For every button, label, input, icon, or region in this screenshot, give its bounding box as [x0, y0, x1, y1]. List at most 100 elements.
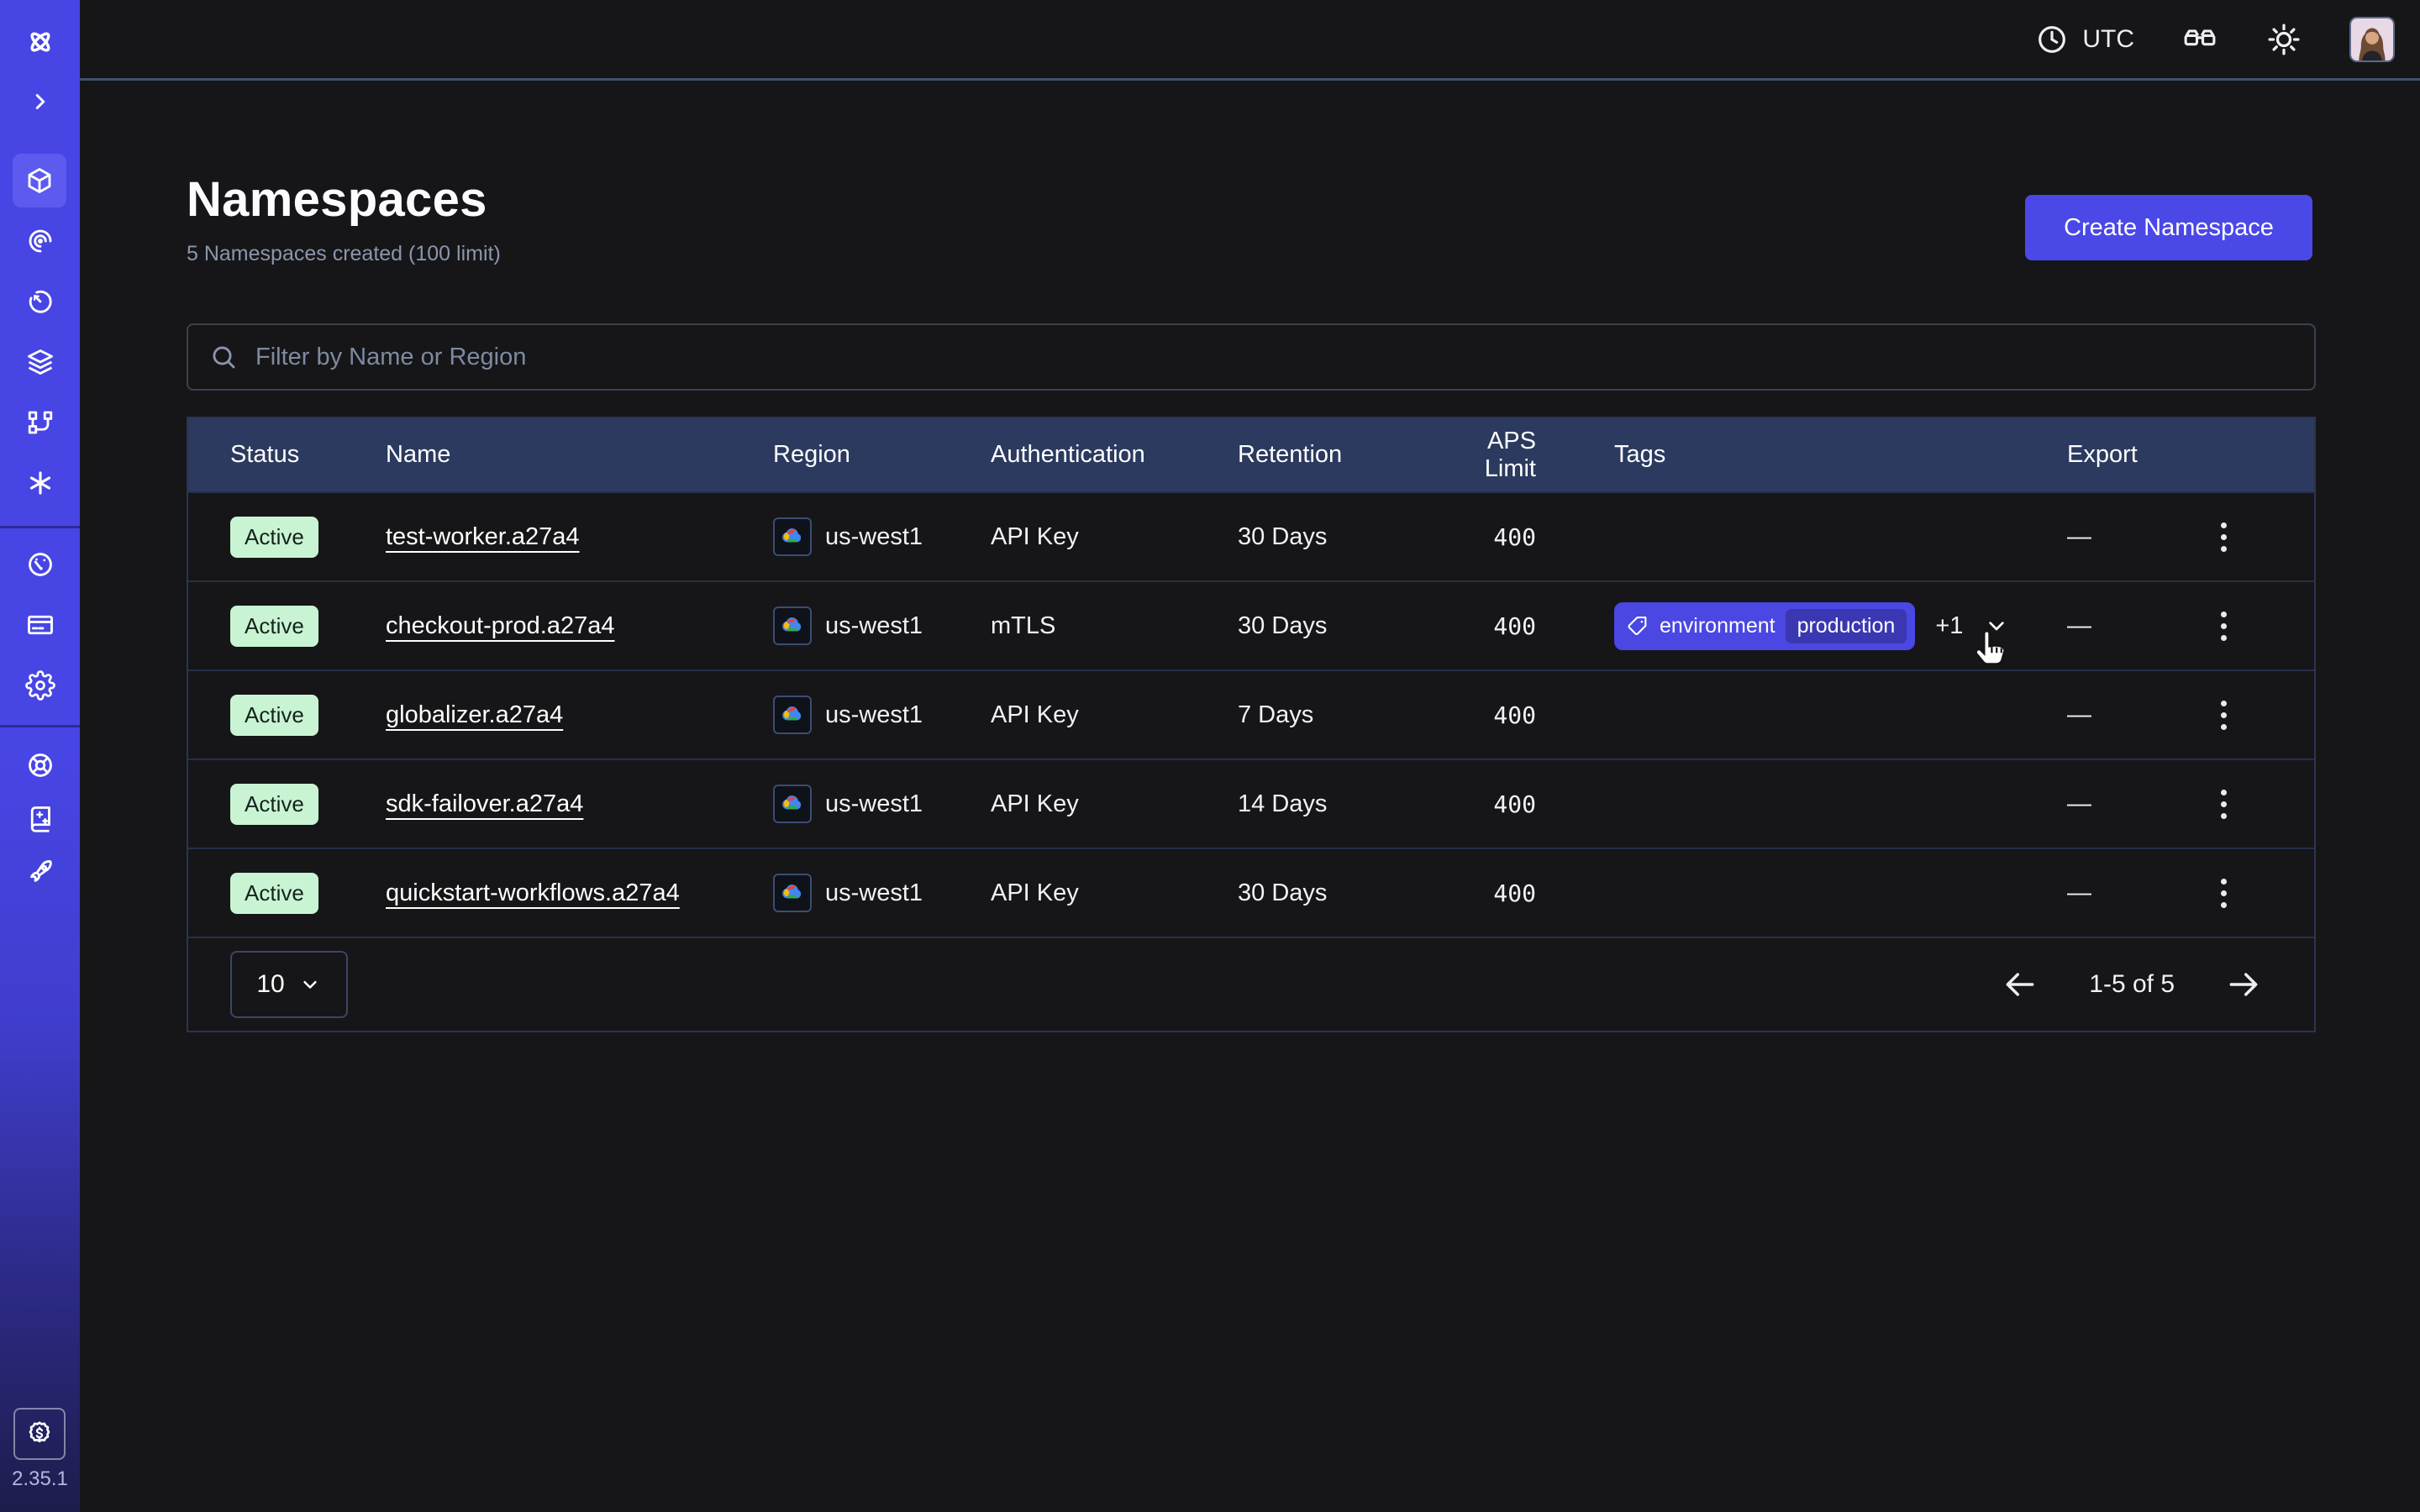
sidebar-item-asterisk-icon[interactable] [0, 456, 80, 510]
clock-icon [2035, 23, 2069, 56]
page-subtitle: 5 Namespaces created (100 limit) [187, 242, 501, 266]
row-menu-kebab-icon[interactable] [2209, 785, 2238, 824]
namespace-link[interactable]: checkout-prod.a27a4 [386, 612, 614, 639]
export-value: — [2025, 879, 2175, 907]
aps-value: 400 [1429, 790, 1536, 818]
table-row: Active globalizer.a27a4 us-west1 API Key… [188, 669, 2314, 759]
version-label: 2.35.1 [0, 1467, 80, 1491]
table-row: Active quickstart-workflows.a27a4 us-wes… [188, 848, 2314, 937]
col-retention: Retention [1238, 441, 1429, 469]
sidebar-item-docs-book-icon[interactable] [0, 792, 80, 846]
table-row: Active sdk-failover.a27a4 us-west1 API K… [188, 759, 2314, 848]
sidebar-item-billing-card-icon[interactable] [0, 598, 80, 652]
export-value: — [2025, 701, 2175, 729]
page-size-value: 10 [256, 970, 284, 999]
retention-value: 30 Days [1238, 612, 1429, 640]
table-row: Active checkout-prod.a27a4 us-west1 mTLS… [188, 580, 2314, 669]
auth-value: mTLS [991, 612, 1238, 640]
tags-cell: environment production +1 [1614, 602, 2025, 650]
row-menu-kebab-icon[interactable] [2209, 874, 2238, 913]
credits-button[interactable] [13, 1408, 66, 1460]
tag-key: environment [1660, 614, 1776, 638]
filter-input[interactable] [254, 343, 2294, 372]
auth-value: API Key [991, 879, 1238, 907]
region-label: us-west1 [825, 701, 923, 729]
table-header: Status Name Region Authentication Retent… [188, 418, 2314, 491]
chevron-down-icon [298, 973, 322, 996]
user-avatar[interactable] [2349, 17, 2395, 62]
row-menu-kebab-icon[interactable] [2209, 696, 2238, 735]
sidebar: 2.35.1 [0, 0, 80, 1512]
namespace-link[interactable]: globalizer.a27a4 [386, 701, 563, 728]
timezone-selector[interactable]: UTC [2035, 23, 2134, 56]
row-menu-kebab-icon[interactable] [2209, 606, 2238, 646]
region-label: us-west1 [825, 523, 923, 551]
status-badge: Active [230, 695, 318, 736]
retention-value: 14 Days [1238, 790, 1429, 818]
row-menu-kebab-icon[interactable] [2209, 517, 2238, 557]
expand-sidebar-chevron-icon[interactable] [0, 75, 80, 129]
namespace-link[interactable]: sdk-failover.a27a4 [386, 790, 583, 817]
page-size-select[interactable]: 10 [230, 951, 348, 1018]
theme-sun-icon[interactable] [2265, 21, 2302, 58]
namespaces-table: Status Name Region Authentication Retent… [187, 417, 2316, 1032]
sidebar-item-rocket-icon[interactable] [0, 846, 80, 900]
timezone-label: UTC [2082, 25, 2134, 54]
gcp-cloud-icon [773, 517, 812, 556]
col-authentication: Authentication [991, 441, 1238, 469]
sidebar-item-namespaces-cube-icon[interactable] [13, 154, 66, 207]
namespace-link[interactable]: test-worker.a27a4 [386, 523, 580, 550]
aps-value: 400 [1429, 523, 1536, 551]
page-title: Namespaces [187, 171, 487, 228]
create-namespace-button[interactable]: Create Namespace [2025, 195, 2312, 260]
sidebar-divider [0, 526, 80, 528]
reader-glasses-icon[interactable] [2181, 21, 2218, 58]
sidebar-item-spiral-icon[interactable] [0, 214, 80, 268]
export-value: — [2025, 612, 2175, 640]
namespace-link[interactable]: quickstart-workflows.a27a4 [386, 879, 680, 906]
retention-value: 30 Days [1238, 879, 1429, 907]
sidebar-item-workflow-graph-icon[interactable] [0, 396, 80, 449]
col-aps-limit: APS Limit [1429, 428, 1536, 483]
sidebar-item-settings-gear-icon[interactable] [0, 659, 80, 712]
aps-value: 400 [1429, 612, 1536, 640]
temporal-logo-icon [0, 15, 80, 69]
sidebar-item-timer-icon[interactable] [0, 275, 80, 328]
region-label: us-west1 [825, 790, 923, 818]
sidebar-item-layers-icon[interactable] [0, 335, 80, 389]
app-root: 2.35.1 UTC [0, 0, 2420, 1512]
status-badge: Active [230, 606, 318, 647]
tag-icon [1626, 614, 1649, 638]
tags-more-count: +1 [1935, 612, 1963, 640]
tags-expand-chevron-icon[interactable] [1983, 612, 2010, 639]
gcp-cloud-icon [773, 785, 812, 823]
col-region: Region [773, 441, 991, 469]
col-tags: Tags [1614, 441, 2025, 469]
region-label: us-west1 [825, 879, 923, 907]
gcp-cloud-icon [773, 696, 812, 734]
col-status: Status [230, 441, 386, 469]
export-value: — [2025, 790, 2175, 818]
tag-value: production [1786, 609, 1907, 643]
sidebar-item-lifebuoy-icon[interactable] [0, 738, 80, 792]
auth-value: API Key [991, 790, 1238, 818]
tag-pill[interactable]: environment production [1614, 602, 1915, 650]
next-page-arrow-icon[interactable] [2225, 966, 2262, 1003]
sidebar-item-gauge-icon[interactable] [0, 538, 80, 591]
retention-value: 30 Days [1238, 523, 1429, 551]
dollar-badge-icon [24, 1419, 55, 1449]
status-badge: Active [230, 873, 318, 914]
topbar: UTC [80, 0, 2420, 81]
gcp-cloud-icon [773, 874, 812, 912]
auth-value: API Key [991, 701, 1238, 729]
pagination-range-label: 1-5 of 5 [2089, 970, 2175, 999]
retention-value: 7 Days [1238, 701, 1429, 729]
gcp-cloud-icon [773, 606, 812, 645]
table-row: Active test-worker.a27a4 us-west1 API Ke… [188, 491, 2314, 580]
auth-value: API Key [991, 523, 1238, 551]
filter-bar [187, 323, 2316, 391]
prev-page-arrow-icon[interactable] [2002, 966, 2039, 1003]
sidebar-divider [0, 725, 80, 727]
col-name: Name [386, 441, 773, 469]
col-export: Export [2025, 441, 2175, 469]
